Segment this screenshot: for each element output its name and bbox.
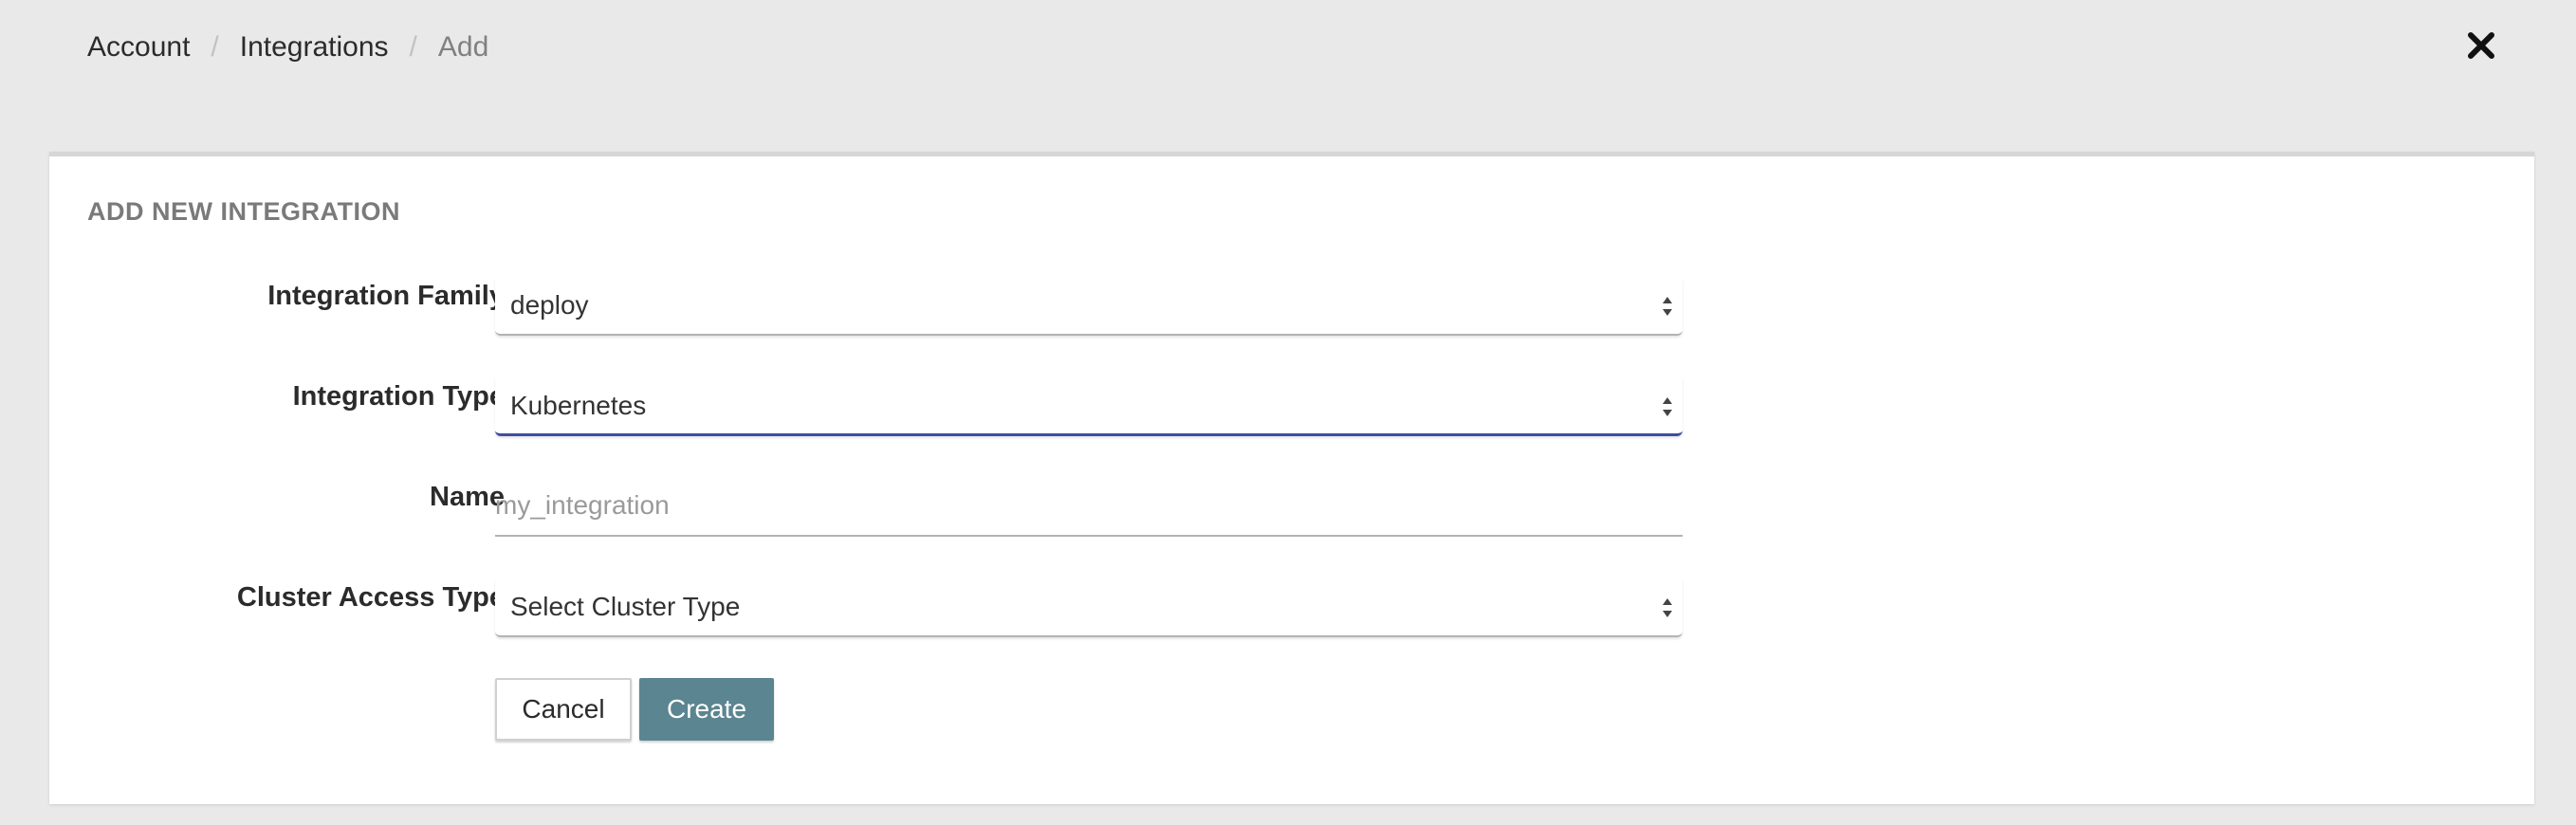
card-title: ADD NEW INTEGRATION (87, 197, 400, 226)
breadcrumb-separator: / (211, 31, 219, 63)
cancel-button[interactable]: Cancel (495, 678, 632, 741)
close-icon (2468, 32, 2494, 59)
integration-family-value: deploy (510, 290, 589, 320)
add-integration-card: ADD NEW INTEGRATION Integration Family d… (49, 152, 2534, 804)
breadcrumb-separator: / (409, 31, 417, 63)
breadcrumb-account[interactable]: Account (87, 28, 190, 66)
select-arrows-icon (1663, 397, 1672, 416)
integration-family-select[interactable]: deploy (495, 277, 1683, 336)
select-arrows-icon (1663, 297, 1672, 316)
create-button[interactable]: Create (639, 678, 774, 741)
cluster-access-type-value: Select Cluster Type (510, 592, 741, 621)
breadcrumb-integrations[interactable]: Integrations (240, 28, 389, 66)
integration-type-value: Kubernetes (510, 391, 647, 420)
breadcrumb: Account / Integrations / Add (87, 28, 488, 66)
integration-type-row: Integration Type Kubernetes (49, 377, 2534, 444)
cluster-access-type-label: Cluster Access Type (236, 582, 505, 613)
name-input[interactable] (495, 484, 1683, 527)
integration-type-label: Integration Type (292, 381, 505, 412)
integration-type-select[interactable]: Kubernetes (495, 377, 1683, 436)
top-bar: Account / Integrations / Add (0, 0, 2576, 95)
breadcrumb-current: Add (437, 31, 489, 63)
name-field-wrapper (495, 478, 1683, 537)
select-arrows-icon (1663, 598, 1672, 617)
name-row: Name (49, 478, 2534, 544)
cluster-access-type-select[interactable]: Select Cluster Type (495, 578, 1683, 637)
cluster-access-type-row: Cluster Access Type Select Cluster Type (49, 578, 2534, 645)
integration-family-label: Integration Family (267, 281, 505, 311)
close-button[interactable] (2464, 25, 2498, 66)
integration-family-row: Integration Family deploy (49, 277, 2534, 343)
name-label: Name (430, 482, 505, 512)
